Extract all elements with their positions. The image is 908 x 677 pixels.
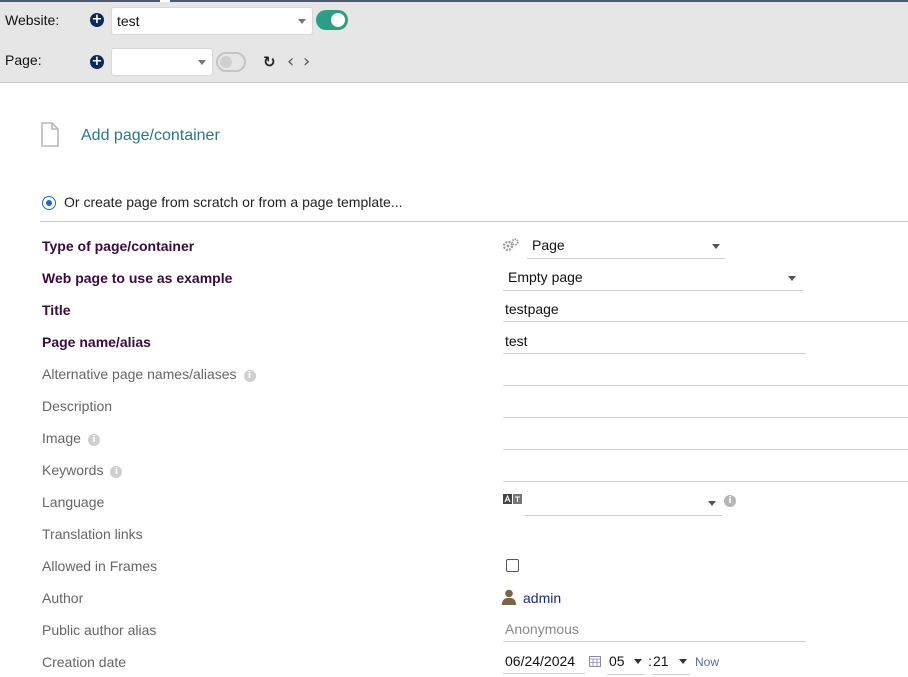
create-from-scratch-radio[interactable]: [42, 196, 56, 210]
keywords-field: Keywords i: [42, 462, 123, 478]
example-select-value: Empty page: [508, 269, 583, 285]
website-label: Website:: [5, 12, 60, 28]
pagename-label: Page name/alias: [42, 334, 151, 350]
refresh-icon[interactable]: ↻: [263, 53, 276, 71]
document-icon: [41, 122, 59, 147]
add-page-link[interactable]: Add page/container: [81, 127, 220, 145]
creation-minute-select[interactable]: 21: [652, 650, 690, 675]
chevron-down-icon: [634, 659, 642, 664]
pagename-input-value: test: [505, 333, 528, 349]
title-label: Title: [42, 302, 71, 318]
page-toolbar: Page: + ↻ ‹ ›: [0, 42, 908, 83]
calendar-icon[interactable]: [589, 655, 601, 667]
page-label: Page:: [5, 52, 42, 68]
type-select[interactable]: Page: [527, 234, 725, 259]
create-from-scratch-label: Or create page from scratch or from a pa…: [64, 194, 403, 210]
author-link[interactable]: admin: [523, 590, 561, 606]
website-select[interactable]: test: [111, 7, 313, 35]
creation-hour-select[interactable]: 05: [607, 650, 645, 675]
frames-checkbox[interactable]: [506, 559, 519, 572]
page-status-toggle[interactable]: [216, 52, 246, 72]
website-status-toggle[interactable]: [316, 10, 348, 30]
plus-circle-icon[interactable]: +: [90, 55, 104, 69]
chevron-down-icon: [708, 501, 716, 506]
title-input-value: testpage: [505, 301, 559, 317]
creation-date-input[interactable]: 06/24/2024: [503, 651, 585, 674]
public-alias-label: Public author alias: [42, 622, 157, 638]
altnames-field: Alternative page names/aliases i: [42, 366, 256, 382]
creation-date-label: Creation date: [42, 654, 127, 670]
keywords-input[interactable]: [503, 459, 908, 482]
frames-label: Allowed in Frames: [42, 558, 158, 574]
type-select-value: Page: [532, 237, 565, 253]
image-input[interactable]: [503, 427, 908, 450]
chevron-right-icon[interactable]: ›: [303, 51, 310, 72]
example-select[interactable]: Empty page: [503, 266, 803, 291]
altnames-input[interactable]: [503, 363, 908, 386]
chevron-down-icon: [198, 60, 206, 65]
chevron-down-icon: [679, 659, 687, 664]
altnames-label: Alternative page names/aliases: [42, 366, 237, 382]
info-icon[interactable]: i: [724, 495, 736, 507]
chevron-down-icon: [788, 276, 796, 281]
chevron-down-icon: [712, 244, 720, 249]
author-label: Author: [42, 590, 84, 606]
info-icon[interactable]: i: [243, 370, 256, 382]
page-select[interactable]: [111, 48, 213, 76]
user-icon: [502, 589, 516, 605]
chevron-down-icon: [298, 19, 306, 24]
translation-label: Translation links: [42, 526, 143, 542]
public-alias-placeholder: Anonymous: [505, 621, 579, 637]
website-select-value: test: [117, 13, 140, 29]
gears-icon: [503, 238, 519, 252]
description-input[interactable]: [503, 395, 908, 418]
translate-icon: [503, 494, 522, 504]
website-toolbar: Website: + test: [0, 2, 908, 43]
creation-hour-value: 05: [609, 653, 625, 669]
image-field: Image i: [42, 430, 100, 446]
divider: [40, 221, 908, 222]
description-label: Description: [42, 398, 113, 414]
chevron-left-icon[interactable]: ‹: [287, 51, 294, 72]
now-link[interactable]: Now: [695, 655, 719, 669]
keywords-label: Keywords: [42, 462, 104, 478]
plus-circle-icon[interactable]: +: [90, 13, 104, 27]
creation-minute-value: 21: [653, 653, 669, 669]
public-alias-input[interactable]: Anonymous: [503, 619, 806, 642]
info-icon[interactable]: i: [110, 466, 123, 478]
title-input[interactable]: testpage: [503, 299, 908, 322]
language-select[interactable]: [524, 491, 722, 516]
example-label: Web page to use as example: [42, 270, 233, 286]
type-label: Type of page/container: [42, 238, 195, 254]
info-icon[interactable]: i: [87, 434, 100, 446]
creation-date-value: 06/24/2024: [505, 653, 576, 669]
language-label: Language: [42, 494, 105, 510]
pagename-input[interactable]: test: [503, 331, 806, 354]
image-label: Image: [42, 430, 81, 446]
